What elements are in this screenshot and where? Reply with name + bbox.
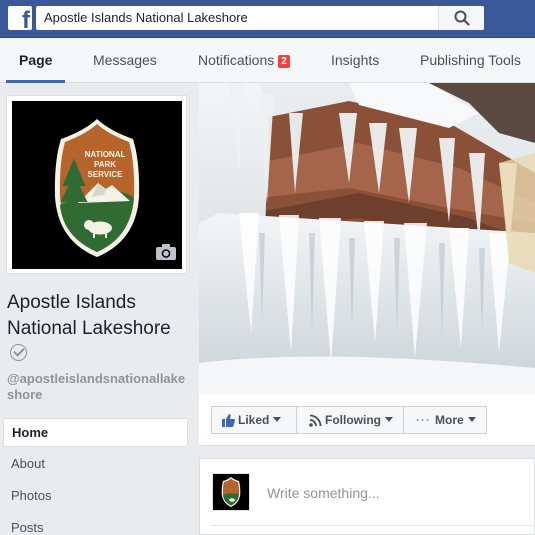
liked-label: Liked [238, 413, 270, 427]
logo-text-line3: SERVICE [88, 170, 124, 179]
camera-icon[interactable] [155, 243, 177, 266]
notification-badge: 2 [278, 55, 290, 68]
liked-caret-icon [273, 417, 282, 422]
tab-messages[interactable]: Messages [93, 52, 157, 68]
page-title[interactable]: Apostle Islands National Lakeshore [7, 290, 187, 368]
following-label: Following [325, 413, 381, 427]
thumbs-up-icon [222, 414, 235, 427]
more-button[interactable]: ··· More [403, 406, 487, 434]
page-nav: Page Messages Notifications 2 Insights Pu… [0, 38, 535, 83]
page-action-bar: Liked Following ··· More [199, 394, 535, 446]
nps-arrowhead-small-icon [221, 477, 241, 507]
sidebar-item-home[interactable]: Home [3, 418, 188, 447]
cover-photo[interactable] [199, 83, 535, 394]
search-value[interactable]: Apostle Islands National Lakeshore [44, 10, 248, 25]
liked-button[interactable]: Liked [211, 406, 297, 434]
search-input[interactable]: Apostle Islands National Lakeshore [36, 6, 484, 30]
page-title-text: Apostle Islands National Lakeshore [7, 292, 171, 339]
tab-page[interactable]: Page [19, 52, 52, 68]
search-button[interactable] [438, 6, 484, 30]
sidebar-item-about[interactable]: About [3, 450, 188, 482]
page-handle[interactable]: @apostleislandsnationallakeshore [7, 371, 192, 403]
verified-icon [10, 344, 27, 361]
sidebar-item-posts[interactable]: Posts [3, 514, 188, 535]
facebook-logo-icon[interactable]: f [8, 6, 32, 30]
composer-avatar [212, 473, 250, 511]
more-label: More [435, 413, 464, 427]
active-tab-indicator [6, 80, 65, 83]
tab-notifications[interactable]: Notifications 2 [198, 52, 290, 68]
more-dots-icon: ··· [416, 413, 431, 427]
cover-photo-image [199, 83, 535, 394]
profile-picture-frame[interactable]: NATIONAL PARK SERVICE [6, 95, 187, 274]
tab-publishing-tools[interactable]: Publishing Tools [420, 52, 521, 68]
sidebar-item-photos[interactable]: Photos [3, 482, 188, 514]
following-caret-icon [385, 417, 393, 422]
profile-picture: NATIONAL PARK SERVICE [12, 101, 182, 269]
tab-insights[interactable]: Insights [331, 52, 379, 68]
post-composer: Write something... [199, 458, 535, 535]
composer-input[interactable]: Write something... [267, 485, 380, 501]
composer-divider [210, 525, 535, 526]
rss-icon [309, 414, 322, 427]
more-caret-icon [467, 417, 476, 422]
tab-notifications-label: Notifications [198, 52, 275, 68]
top-bar: f Apostle Islands National Lakeshore [0, 0, 535, 38]
following-button[interactable]: Following [296, 406, 404, 434]
logo-text-line1: NATIONAL [85, 150, 126, 159]
search-icon [454, 10, 470, 26]
sidebar-nav: Home About Photos Posts [3, 418, 188, 535]
logo-text-line2: PARK [94, 160, 116, 169]
